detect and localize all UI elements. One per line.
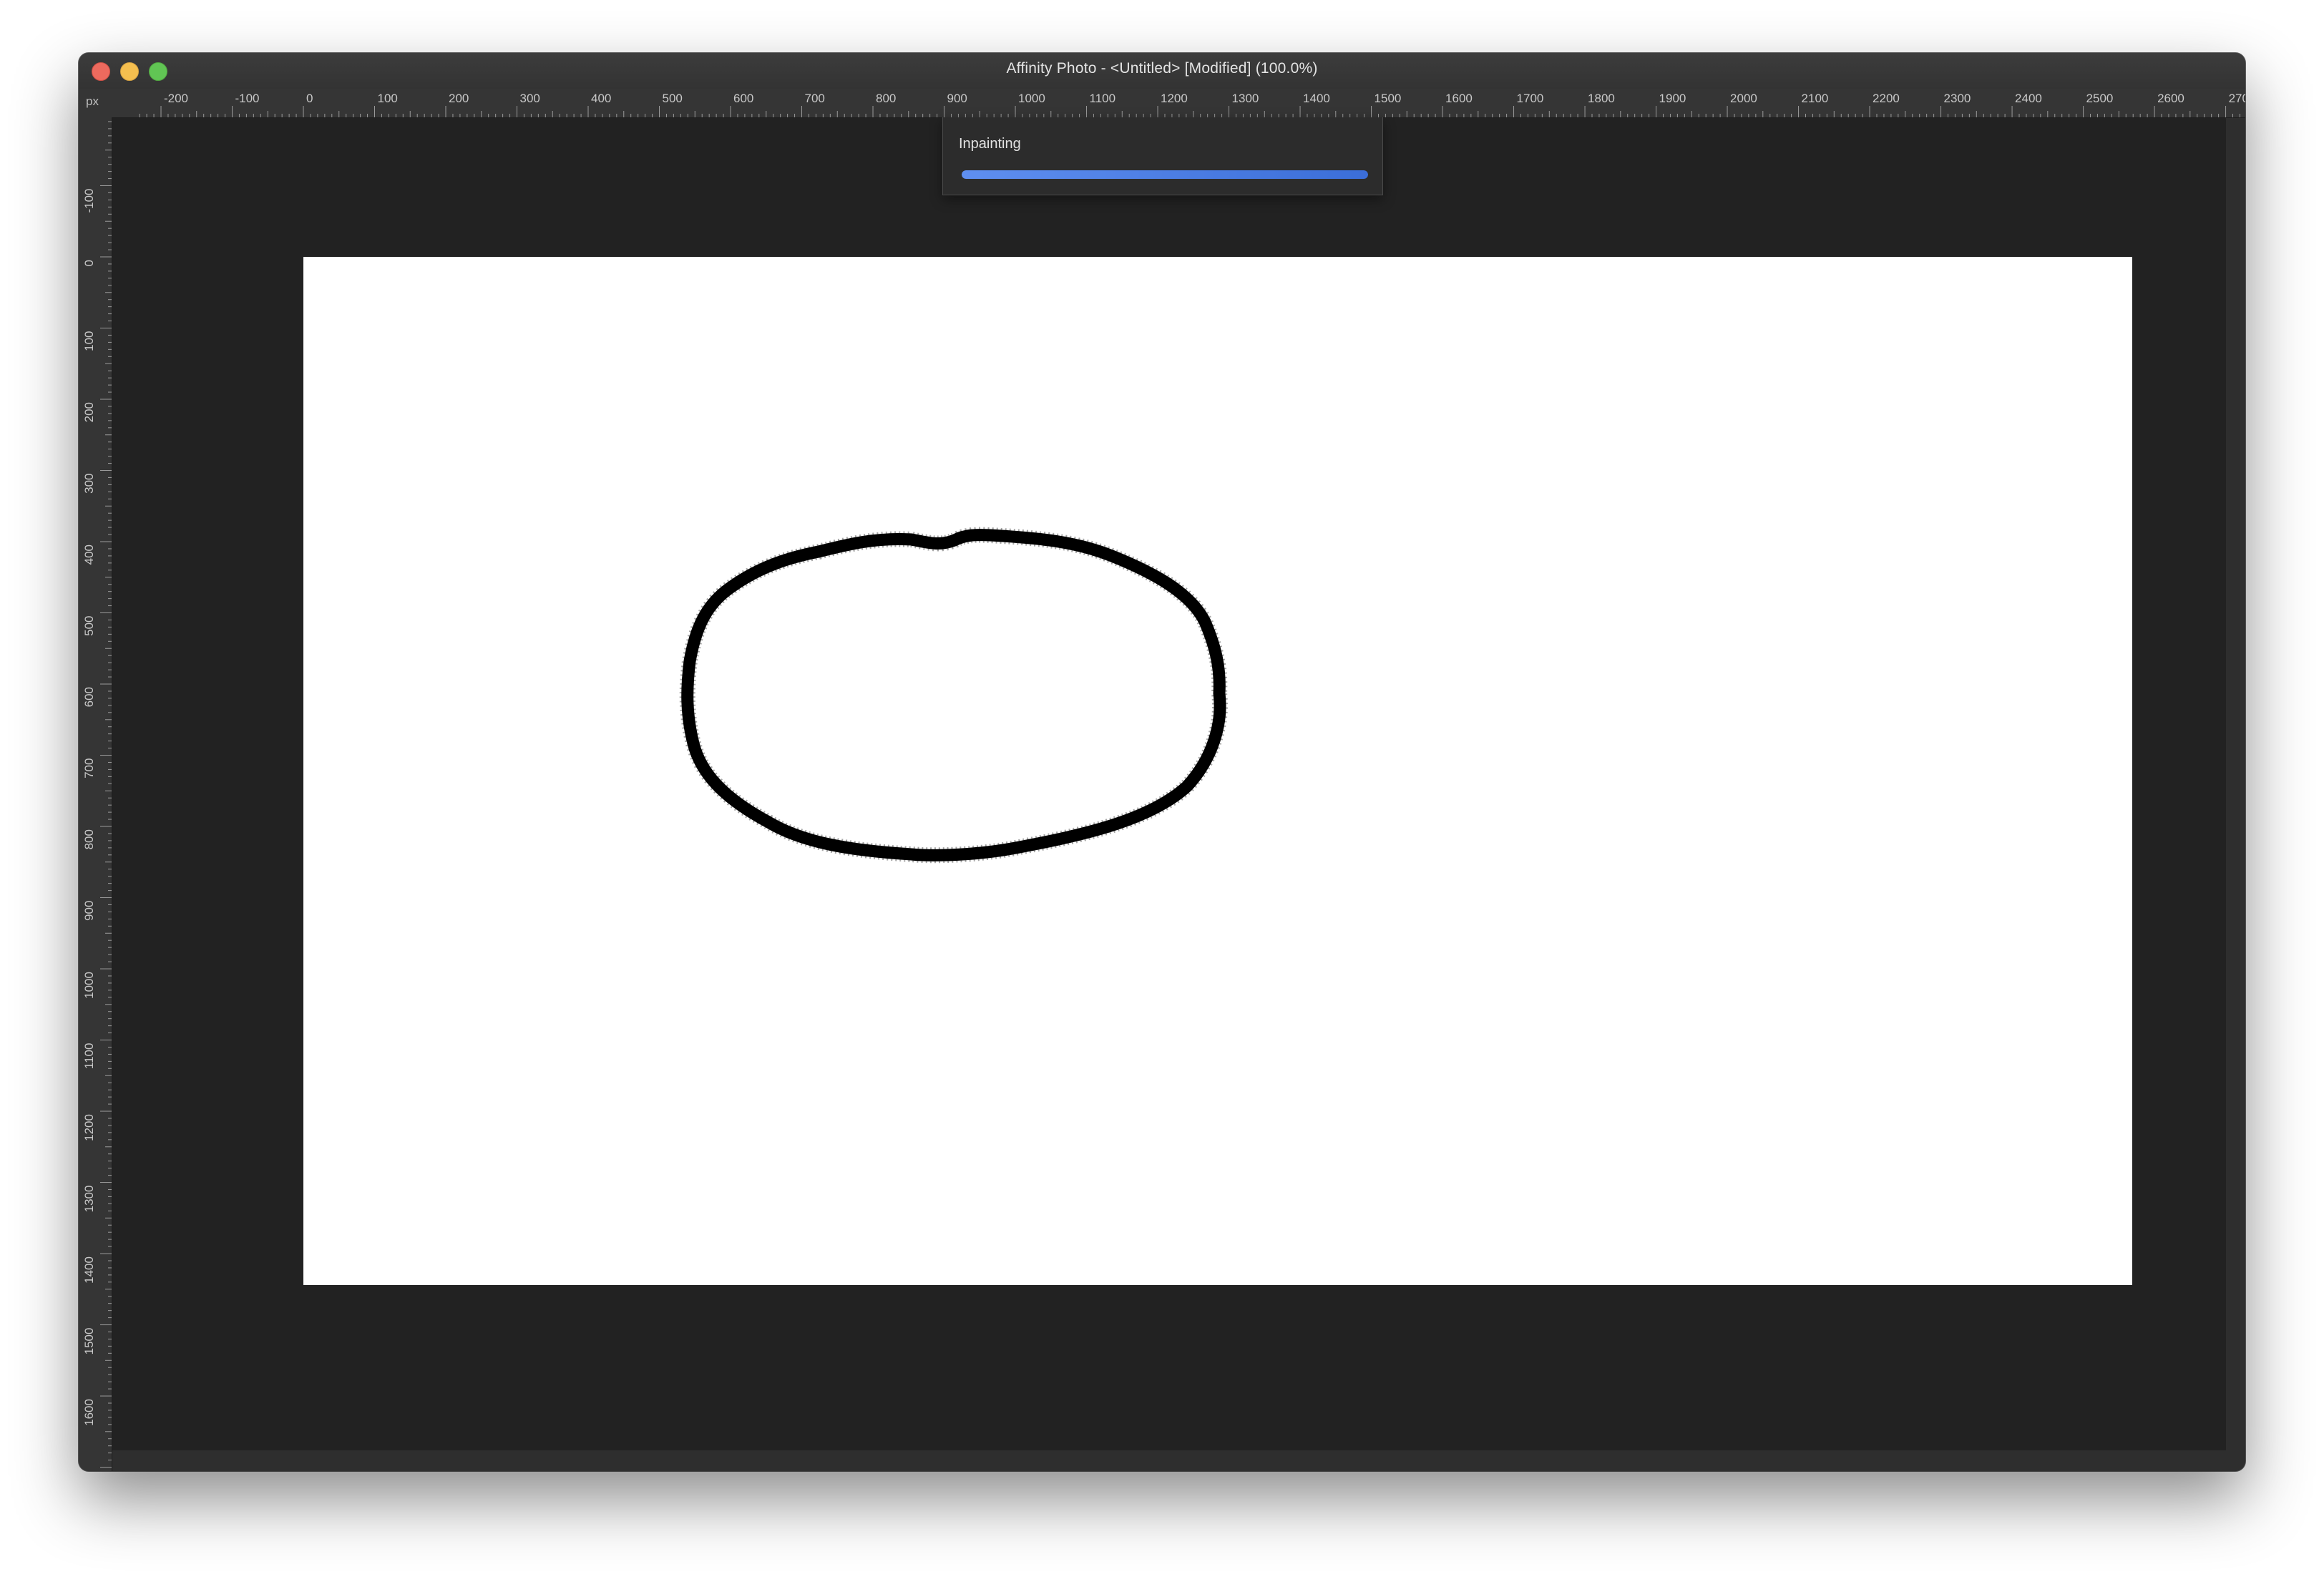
vertical-scrollbar[interactable] <box>2226 118 2245 1450</box>
ruler-label-h: 2000 <box>1730 92 1757 105</box>
ruler-label-h: 2100 <box>1802 92 1829 105</box>
progress-panel: Inpainting <box>942 117 1383 195</box>
ruler-label-h: 1900 <box>1659 92 1686 105</box>
ruler-label-v: -100 <box>82 188 96 213</box>
ruler-label-h: 1100 <box>1090 92 1116 105</box>
document-canvas[interactable] <box>303 257 2132 1285</box>
ruler-label-v: 700 <box>82 758 96 778</box>
ruler-label-h: 2300 <box>1944 92 1971 105</box>
progress-bar-fill <box>962 170 1368 179</box>
ruler-label-v: 900 <box>82 901 96 921</box>
ruler-label-v: 400 <box>82 545 96 565</box>
horizontal-ruler-scale: -200 -100 0 100 200 300 400 500 600 700 800 900 1000… <box>139 92 2245 117</box>
ruler-label-h: 1200 <box>1161 92 1188 105</box>
ruler-label-h: 600 <box>733 92 753 105</box>
ruler-label-h: 2400 <box>2015 92 2042 105</box>
ruler-label-h: 700 <box>805 92 825 105</box>
window-title: Affinity Photo - <Untitled> [Modified] (… <box>1006 60 1318 77</box>
ruler-label-v: 600 <box>82 687 96 707</box>
ruler-label-v: 1100 <box>82 1043 96 1070</box>
ruler-label-v: 100 <box>82 331 96 351</box>
ruler-label-h: 1000 <box>1018 92 1045 105</box>
ruler-label-v: 1600 <box>82 1399 96 1426</box>
ruler-label-h: 1600 <box>1445 92 1473 105</box>
ruler-label-h: 1500 <box>1375 92 1402 105</box>
ruler-label-h: 100 <box>378 92 398 105</box>
ruler-label-h: 1300 <box>1232 92 1259 105</box>
progress-bar <box>962 170 1368 179</box>
horizontal-ruler[interactable]: px -200 -100 0 100 200 300 400 500 600 700 800 900 1… <box>79 89 2245 118</box>
ruler-label-h: 200 <box>449 92 469 105</box>
horizontal-scrollbar[interactable] <box>112 1450 2245 1471</box>
ruler-label-h: 2500 <box>2086 92 2114 105</box>
ruler-label-h: 1800 <box>1588 92 1615 105</box>
ruler-label-h: -100 <box>235 92 259 105</box>
vertical-ruler-scale: -100 0 100 200 300 400 500 600 700 800 900 1000 1100… <box>82 121 112 1468</box>
progress-label: Inpainting <box>959 136 1021 152</box>
ruler-label-h: 0 <box>306 92 313 105</box>
ruler-label-v: 300 <box>82 474 96 494</box>
stroke-rough-edge <box>679 527 1229 864</box>
ruler-label-h: 800 <box>876 92 896 105</box>
ruler-label-h: 2600 <box>2157 92 2184 105</box>
ruler-label-h: 500 <box>663 92 683 105</box>
app-window: Affinity Photo - <Untitled> [Modified] (… <box>79 53 2245 1471</box>
ruler-label-v: 1000 <box>82 972 96 999</box>
ruler-label-h: 1400 <box>1303 92 1330 105</box>
ruler-label-v: 1400 <box>82 1256 96 1284</box>
ruler-label-v: 500 <box>82 616 96 636</box>
ruler-label-h: 2700 <box>2229 92 2245 105</box>
ruler-label-h: -200 <box>164 92 188 105</box>
ruler-label-h: 1700 <box>1517 92 1544 105</box>
ruler-label-v: 1300 <box>82 1186 96 1213</box>
title-bar[interactable]: Affinity Photo - <Untitled> [Modified] (… <box>79 53 2245 89</box>
vertical-ruler[interactable]: -100 0 100 200 300 400 500 600 700 800 900 1000 1100… <box>79 117 112 1471</box>
freehand-ellipse-stroke[interactable] <box>681 529 1226 861</box>
ruler-unit-label: px <box>86 94 99 108</box>
ruler-label-h: 900 <box>947 92 967 105</box>
ruler-label-v: 800 <box>82 829 96 849</box>
ruler-label-v: 200 <box>82 402 96 422</box>
ruler-label-v: 1200 <box>82 1114 96 1141</box>
ruler-label-h: 300 <box>520 92 540 105</box>
drawing-layer <box>679 527 1229 864</box>
ruler-label-h: 2200 <box>1873 92 1900 105</box>
ruler-label-v: 1500 <box>82 1328 96 1355</box>
ruler-label-h: 400 <box>591 92 611 105</box>
ruler-label-v: 0 <box>82 260 96 266</box>
